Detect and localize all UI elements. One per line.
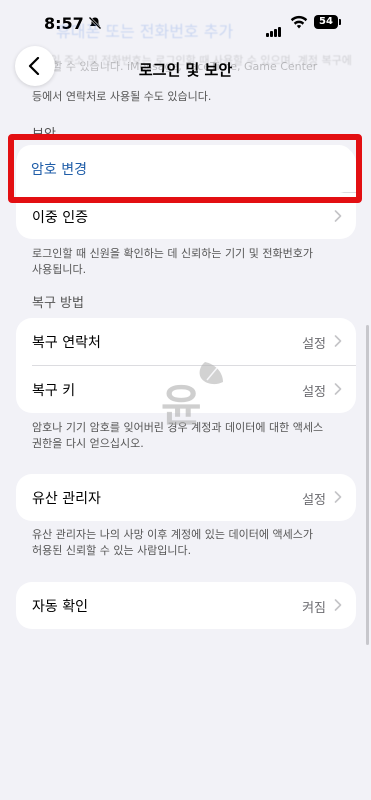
legacy-footnote-line-1: 유산 관리자는 나의 사망 이후 계정에 있는 데이터에 액세스가	[32, 528, 313, 541]
chevron-right-icon	[334, 599, 342, 611]
recovery-footnote-line-2: 권한을 다시 얻으십시오.	[32, 437, 144, 450]
legacy-contact-card: 유산 관리자 설정	[16, 474, 356, 521]
section-header-recovery: 복구 방법	[32, 296, 84, 311]
auto-verify-card: 자동 확인 켜짐	[16, 582, 356, 629]
legacy-contact-value: 설정	[302, 493, 326, 508]
auto-verify-value: 켜짐	[302, 601, 326, 616]
recovery-contact-value: 설정	[302, 337, 326, 352]
page-title: 로그인 및 보안	[138, 61, 233, 79]
legacy-footnote-line-2: 허용된 신뢰할 수 있는 사람입니다.	[32, 544, 192, 557]
scrollbar[interactable]	[366, 325, 369, 645]
recovery-key-label: 복구 키	[32, 383, 76, 399]
chevron-right-icon	[334, 491, 342, 503]
security-footnote-line-2: 사용됩니다.	[32, 263, 87, 276]
recovery-key-value: 설정	[302, 385, 326, 400]
two-factor-label: 이중 인증	[32, 210, 88, 226]
chevron-right-icon	[334, 335, 342, 347]
legacy-contact-label: 유산 관리자	[32, 491, 101, 507]
legacy-contact-row[interactable]: 유산 관리자 설정	[16, 474, 356, 521]
change-password-label: 암호 변경	[31, 162, 87, 178]
auto-verify-row[interactable]: 자동 확인 켜짐	[16, 582, 356, 629]
change-password-row[interactable]: 암호 변경	[17, 145, 353, 193]
watermark-text: 윤	[161, 381, 202, 432]
auto-verify-label: 자동 확인	[32, 599, 88, 615]
add-phone-link: 휴대폰 또는 전화번호 추가	[56, 22, 234, 41]
header-desc-line-3: 등에서 연락처로 사용될 수도 있습니다.	[32, 90, 212, 103]
watermark-logo: 윤	[147, 358, 227, 432]
recovery-contact-label: 복구 연락처	[32, 335, 101, 351]
chevron-right-icon	[334, 210, 342, 222]
security-footnote-line-1: 로그인할 때 신원을 확인하는 데 신뢰하는 기기 및 전화번호가	[32, 247, 313, 260]
chevron-right-icon	[334, 383, 342, 395]
